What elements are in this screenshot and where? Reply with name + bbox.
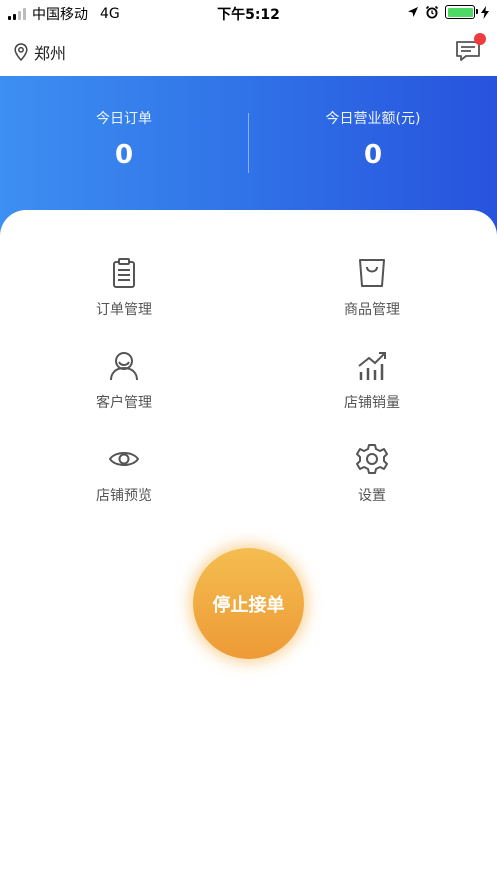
stop-orders-button[interactable]: 停止接单 — [193, 548, 304, 659]
user-icon — [110, 352, 138, 381]
today-orders-label: 今日订单 — [96, 111, 152, 127]
menu-product-management[interactable]: 商品管理 — [248, 257, 496, 319]
menu-store-sales[interactable]: 店铺销量 — [248, 350, 496, 412]
clipboard-icon — [113, 258, 135, 288]
menu-label: 订单管理 — [96, 302, 152, 318]
menu-settings[interactable]: 设置 — [248, 443, 496, 505]
bar-chart-icon — [358, 352, 386, 380]
charging-bolt-icon — [481, 5, 489, 19]
today-revenue-label: 今日营业额(元) — [325, 111, 421, 127]
location-selector[interactable]: 郑州 — [14, 40, 66, 64]
today-orders-value: 0 — [114, 140, 134, 170]
location-arrow-icon — [408, 7, 418, 17]
location-pin-icon — [14, 43, 28, 61]
app-header: 郑州 — [0, 26, 497, 76]
today-revenue-value: 0 — [363, 140, 383, 170]
menu-label: 设置 — [358, 488, 386, 504]
gear-icon — [356, 444, 388, 474]
today-orders[interactable]: 今日订单 0 — [0, 108, 248, 170]
menu-label: 商品管理 — [344, 302, 400, 318]
status-bar: 中国移动 4G 下午5:12 — [0, 0, 497, 26]
message-button[interactable] — [455, 33, 486, 64]
menu-order-management[interactable]: 订单管理 — [0, 257, 248, 319]
menu-label: 店铺预览 — [96, 488, 152, 504]
stop-orders-label: 停止接单 — [212, 594, 285, 616]
eye-icon — [108, 452, 140, 466]
today-revenue[interactable]: 今日营业额(元) 0 — [249, 108, 497, 170]
status-right — [407, 5, 489, 19]
menu-label: 店铺销量 — [344, 395, 400, 411]
notification-badge — [474, 33, 486, 45]
location-label: 郑州 — [34, 44, 67, 63]
alarm-icon — [425, 5, 439, 19]
battery-icon — [445, 5, 478, 19]
menu-store-preview[interactable]: 店铺预览 — [0, 443, 248, 505]
menu-customer-management[interactable]: 客户管理 — [0, 350, 248, 412]
shopping-bag-icon — [359, 259, 385, 287]
menu-label: 客户管理 — [96, 395, 152, 411]
